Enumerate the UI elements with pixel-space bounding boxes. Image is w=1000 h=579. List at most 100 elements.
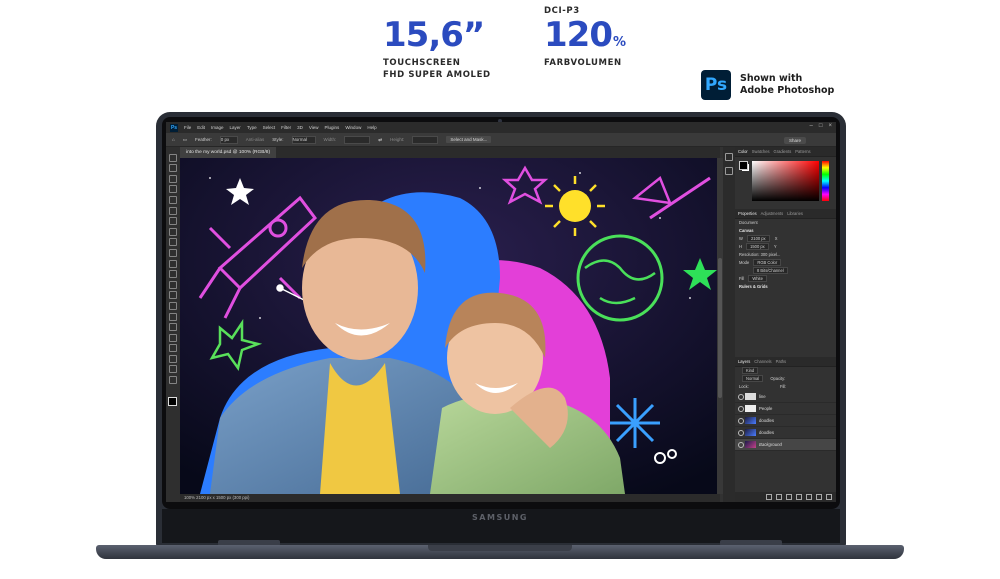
layer-kind-filter[interactable]: Kind	[742, 367, 759, 374]
marquee-tool-icon[interactable]: ▭	[183, 137, 187, 143]
photoshop-app-icon[interactable]: Ps	[170, 123, 178, 132]
canvas-section-header[interactable]: Canvas	[735, 227, 836, 235]
visibility-eye-icon[interactable]	[738, 394, 744, 400]
menu-window[interactable]: Window	[345, 125, 361, 130]
brand-logo: SAMSUNG	[472, 513, 528, 522]
hand-tool-icon[interactable]	[169, 354, 177, 363]
tab-paths[interactable]: Paths	[776, 359, 786, 364]
delete-layer-icon[interactable]	[826, 494, 832, 500]
tab-swatches[interactable]: Swatches	[752, 149, 770, 154]
mask-icon[interactable]	[786, 494, 792, 500]
group-icon[interactable]	[806, 494, 812, 500]
layer-row[interactable]: doodles	[735, 427, 836, 439]
lasso-tool-icon[interactable]	[169, 174, 177, 183]
photoshop-note: Shown with Adobe Photoshop	[740, 73, 834, 97]
document-tab[interactable]: into the my world.psd @ 100% (RGB/8)	[180, 147, 277, 158]
tab-color[interactable]: Color	[738, 149, 748, 154]
history-brush-icon[interactable]	[169, 259, 177, 268]
anti-alias-checkbox[interactable]: Anti-alias	[246, 137, 265, 142]
document-canvas[interactable]	[180, 158, 717, 494]
menu-help[interactable]: Help	[367, 125, 376, 130]
select-and-mask-button[interactable]: Select and Mask...	[446, 136, 492, 143]
eyedropper-tool-icon[interactable]	[169, 217, 177, 226]
more-tools-icon[interactable]	[169, 376, 177, 385]
tab-channels[interactable]: Channels	[754, 359, 771, 364]
close-icon[interactable]: ×	[828, 123, 832, 129]
zoom-tool-icon[interactable]	[169, 365, 177, 374]
layer-row-selected[interactable]: Background	[735, 439, 836, 451]
canvas-height-input[interactable]: 1500 px	[746, 243, 769, 250]
swap-icon[interactable]: ⇄	[378, 137, 382, 143]
tab-gradients[interactable]: Gradients	[774, 149, 792, 154]
layer-row[interactable]: doodles	[735, 415, 836, 427]
marquee-tool-icon[interactable]	[169, 164, 177, 173]
menu-layer[interactable]: Layer	[230, 125, 241, 130]
quick-select-tool-icon[interactable]	[169, 185, 177, 194]
minimize-icon[interactable]: –	[810, 123, 813, 129]
blend-mode-select[interactable]: Normal	[742, 375, 764, 382]
menu-3d[interactable]: 3D	[297, 125, 303, 130]
foreground-color-swatch[interactable]	[168, 397, 177, 406]
menu-filter[interactable]: Filter	[281, 125, 291, 130]
adjustment-icon[interactable]	[796, 494, 802, 500]
maximize-icon[interactable]: □	[819, 123, 823, 129]
tab-patterns[interactable]: Patterns	[795, 149, 810, 154]
tab-adjustments[interactable]: Adjustments	[761, 211, 784, 216]
home-icon[interactable]: ⌂	[172, 137, 175, 142]
canvas-width-input[interactable]: 2100 px	[747, 235, 770, 242]
move-tool-icon[interactable]	[169, 153, 177, 162]
history-panel-icon[interactable]	[725, 153, 733, 161]
style-select[interactable]: Normal	[291, 135, 316, 144]
layer-row[interactable]: People	[735, 403, 836, 415]
menu-edit[interactable]: Edit	[197, 125, 205, 130]
stamp-tool-icon[interactable]	[169, 248, 177, 257]
gradient-tool-icon[interactable]	[169, 280, 177, 289]
menu-select[interactable]: Select	[263, 125, 276, 130]
shape-tool-icon[interactable]	[169, 344, 177, 353]
frame-tool-icon[interactable]	[169, 206, 177, 215]
healing-tool-icon[interactable]	[169, 227, 177, 236]
mode-select[interactable]: RGB Color	[753, 259, 782, 266]
menu-type[interactable]: Type	[247, 125, 257, 130]
eraser-tool-icon[interactable]	[169, 270, 177, 279]
path-select-tool-icon[interactable]	[169, 333, 177, 342]
display-type-line2: FHD SUPER AMOLED	[383, 70, 491, 80]
gamut-unit: %	[612, 35, 626, 50]
feather-input[interactable]: 0 px	[219, 135, 238, 144]
visibility-eye-icon[interactable]	[738, 406, 744, 412]
layer-row[interactable]: line	[735, 391, 836, 403]
tab-libraries[interactable]: Libraries	[787, 211, 803, 216]
rulers-grids-header[interactable]: Rulers & Grids	[735, 283, 836, 291]
brush-tool-icon[interactable]	[169, 238, 177, 247]
menu-file[interactable]: File	[184, 125, 191, 130]
visibility-eye-icon[interactable]	[738, 430, 744, 436]
fx-icon[interactable]	[776, 494, 782, 500]
color-field[interactable]	[752, 161, 819, 201]
visibility-eye-icon[interactable]	[738, 442, 744, 448]
menu-view[interactable]: View	[309, 125, 319, 130]
share-button[interactable]: Share	[783, 137, 806, 144]
pen-tool-icon[interactable]	[169, 312, 177, 321]
menu-plugins[interactable]: Plugins	[325, 125, 340, 130]
h-label: H	[739, 244, 742, 249]
hue-slider[interactable]	[822, 161, 829, 201]
dodge-tool-icon[interactable]	[169, 301, 177, 310]
blur-tool-icon[interactable]	[169, 291, 177, 300]
link-layers-icon[interactable]	[766, 494, 772, 500]
height-input[interactable]	[412, 135, 439, 144]
bit-depth-select[interactable]: 8 Bits/Channel	[753, 267, 788, 274]
new-layer-icon[interactable]	[816, 494, 822, 500]
menu-image[interactable]: Image	[211, 125, 224, 130]
fg-color-chip[interactable]	[739, 161, 748, 170]
width-input[interactable]	[344, 135, 371, 144]
crop-tool-icon[interactable]	[169, 195, 177, 204]
fill-select[interactable]: White	[748, 275, 767, 282]
lock-row: Lock: Fill:	[735, 383, 836, 391]
layer-name: doodles	[759, 430, 775, 435]
type-tool-icon[interactable]	[169, 323, 177, 332]
tab-layers[interactable]: Layers	[738, 359, 750, 364]
visibility-eye-icon[interactable]	[738, 418, 744, 424]
properties-panel-icon[interactable]	[725, 167, 733, 175]
depth-row: 8 Bits/Channel	[735, 267, 836, 275]
tab-properties[interactable]: Properties	[738, 211, 757, 216]
